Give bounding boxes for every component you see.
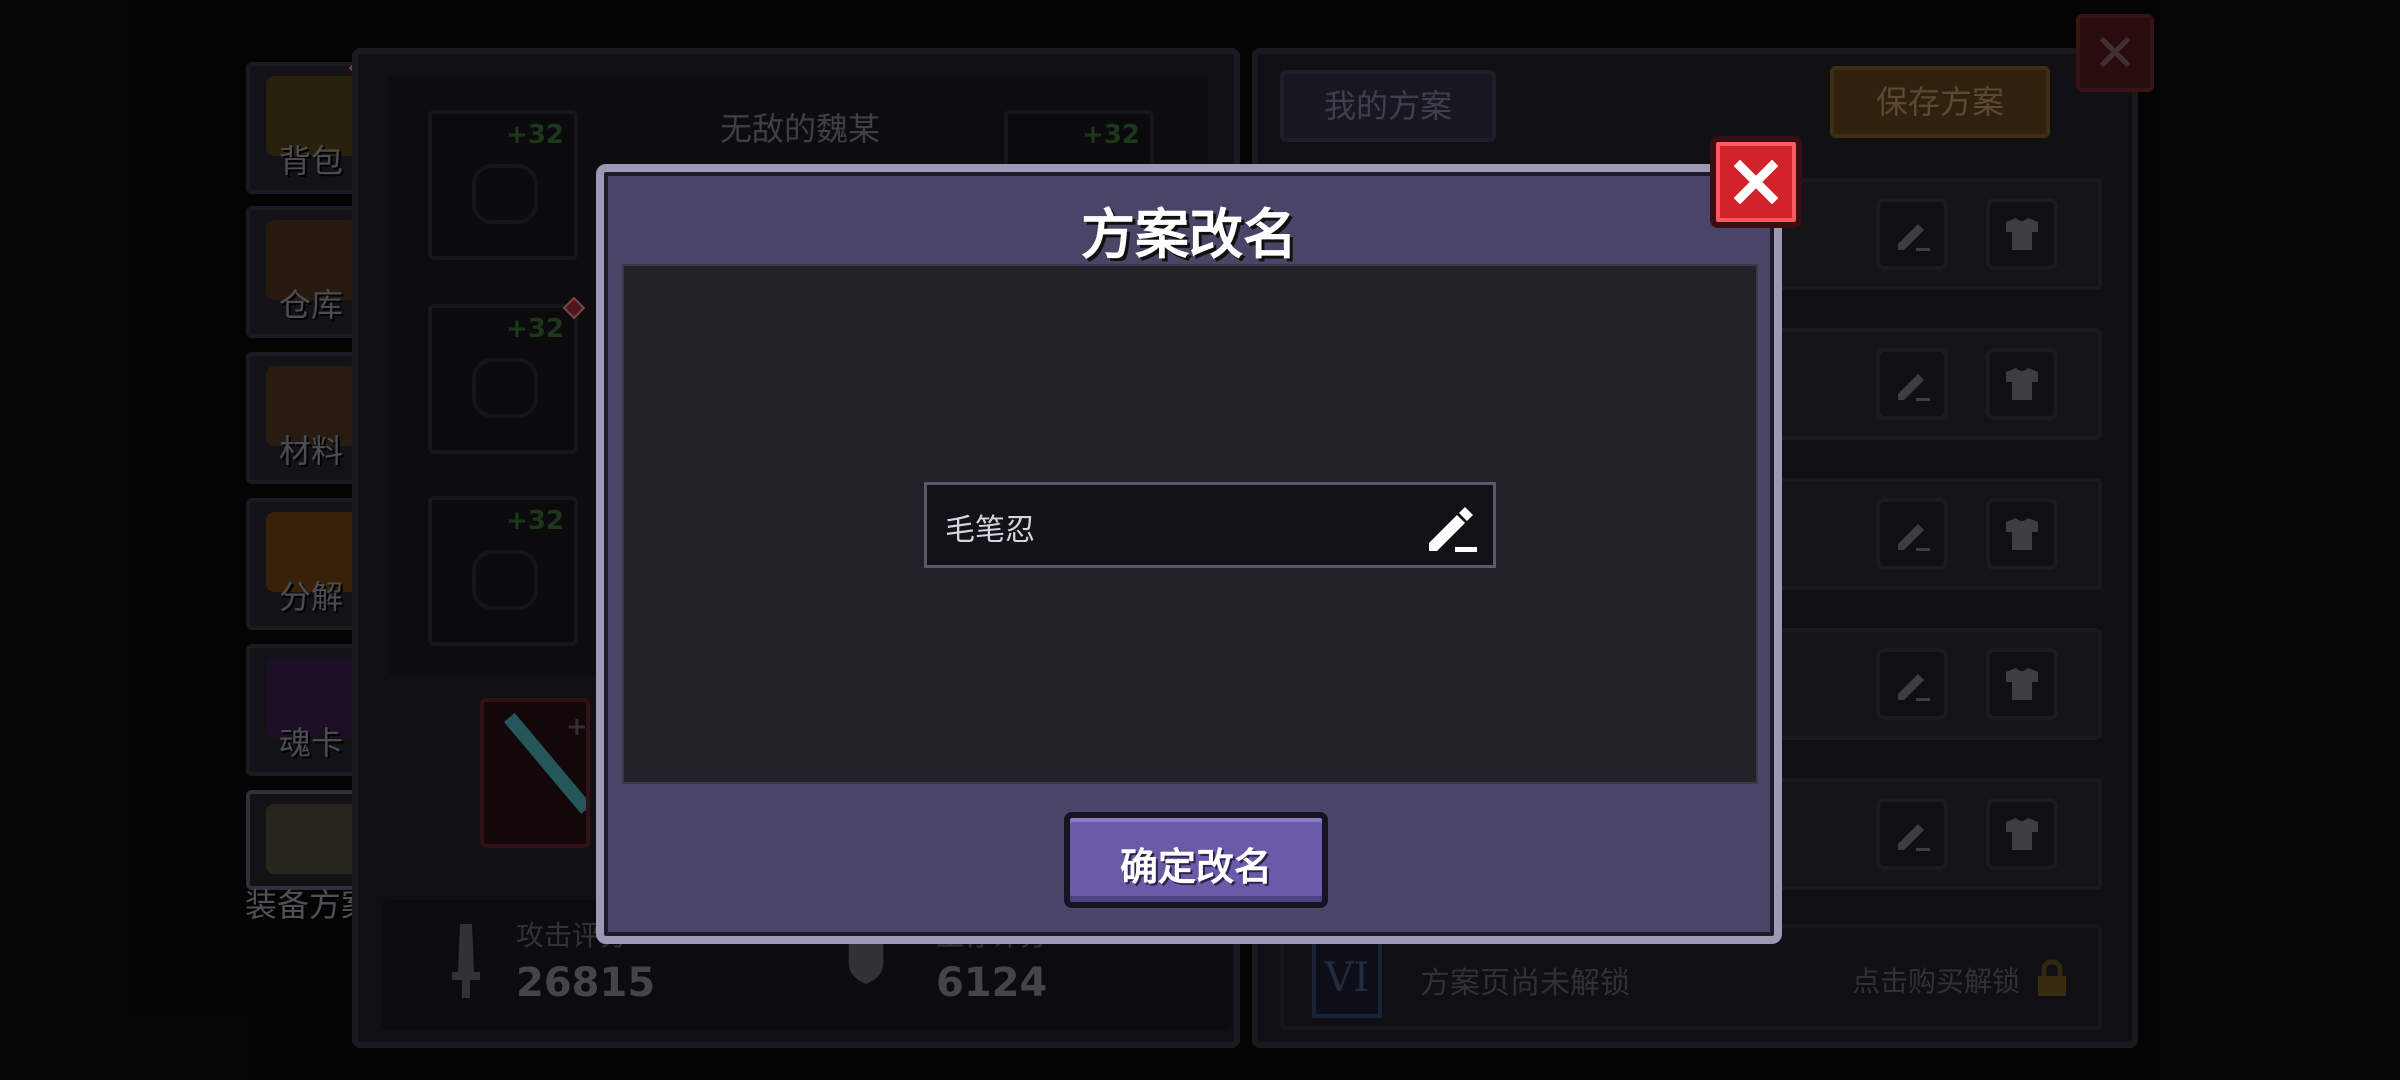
close-icon: ✕ — [2093, 24, 2137, 84]
slot-bonus: +32 — [506, 314, 564, 344]
cloak-icon — [472, 358, 538, 418]
slot-bonus: +32 — [506, 506, 564, 536]
plan-name-input[interactable]: 毛笔忍 — [924, 482, 1496, 568]
rename-plan-button[interactable] — [1876, 348, 1948, 420]
shirt-icon — [2006, 668, 2038, 700]
confirm-rename-button[interactable]: 确定改名 — [1064, 812, 1328, 908]
dialog-title: 方案改名 — [1081, 203, 1297, 266]
shirt-icon — [2006, 368, 2038, 400]
shirt-icon — [2006, 218, 2038, 250]
armor-slot[interactable]: +32 — [428, 496, 578, 646]
slot-bonus: +5 — [566, 712, 588, 742]
rename-plan-button[interactable] — [1876, 498, 1948, 570]
sword-icon — [452, 924, 480, 998]
plan-page-badge: VI — [1312, 938, 1382, 1018]
dialog-body: 毛笔忍 — [622, 264, 1758, 784]
armor-icon — [266, 804, 358, 874]
tab-my-plans[interactable]: 我的方案 — [1280, 70, 1496, 142]
shirt-icon — [2006, 518, 2038, 550]
weapon-slot[interactable]: +5 — [480, 698, 590, 848]
helmet-icon — [472, 164, 538, 224]
rename-plan-button[interactable] — [1876, 798, 1948, 870]
shirt-icon — [2006, 818, 2038, 850]
unlock-link[interactable]: 点击购买解锁 — [1852, 960, 2020, 1000]
player-name: 无敌的魏某 — [719, 110, 880, 148]
lock-icon — [2038, 959, 2066, 996]
attack-value: 26815 — [516, 960, 656, 1006]
pencil-icon — [1898, 374, 1930, 401]
save-plan-button[interactable]: 保存方案 — [1830, 66, 2050, 138]
confirm-rename-label: 确定改名 — [1119, 845, 1272, 889]
defense-value: 6124 — [936, 960, 1048, 1006]
rename-plan-button[interactable] — [1876, 648, 1948, 720]
pencil-icon — [1898, 674, 1930, 701]
pencil-icon — [1429, 507, 1477, 552]
equip-plan-button[interactable] — [1986, 348, 2058, 420]
pencil-icon — [1898, 824, 1930, 851]
slot-bonus: +32 — [506, 120, 564, 150]
locked-message: 方案页尚未解锁 — [1420, 966, 1630, 1001]
slot-bonus: +32 — [1082, 120, 1140, 150]
close-dialog-button[interactable] — [1710, 136, 1802, 228]
armor-icon — [472, 550, 538, 610]
plan-name-value: 毛笔忍 — [945, 513, 1035, 548]
close-icon — [1734, 160, 1778, 204]
helmet-slot[interactable]: +32 — [428, 110, 578, 260]
equip-plan-button[interactable] — [1986, 498, 2058, 570]
equip-plan-button[interactable] — [1986, 648, 2058, 720]
rename-dialog: 方案改名 毛笔忍 确定改名 — [596, 164, 1782, 944]
pencil-icon — [1898, 524, 1930, 551]
rename-plan-button[interactable] — [1876, 198, 1948, 270]
pencil-icon — [1898, 224, 1930, 251]
cloak-slot[interactable]: +32 — [428, 304, 578, 454]
accessory-slot[interactable]: +32 — [1004, 110, 1154, 170]
close-screen-button[interactable]: ✕ — [2076, 14, 2154, 92]
equip-plan-button[interactable] — [1986, 798, 2058, 870]
equip-plan-button[interactable] — [1986, 198, 2058, 270]
